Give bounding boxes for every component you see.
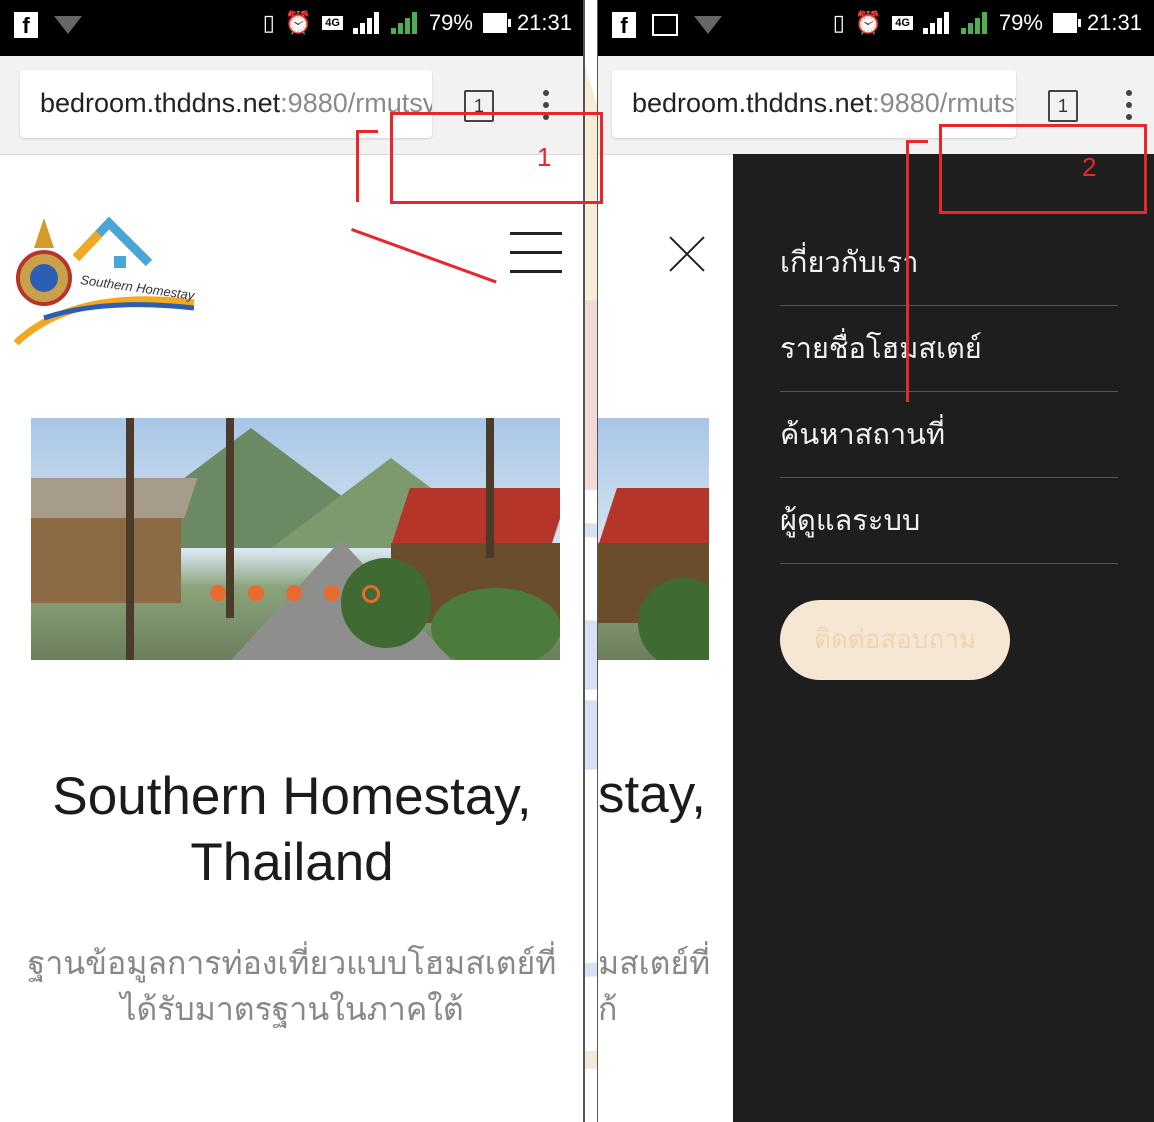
battery-percent: 79% (428, 10, 473, 35)
signal-icon (922, 12, 951, 34)
hero-carousel-image (598, 418, 709, 660)
partial-subtitle-line1: มสเตย์ที่ (598, 944, 711, 982)
hero-carousel-image[interactable] (31, 418, 560, 660)
carousel-dot-active[interactable] (362, 585, 380, 603)
signal-icon (960, 12, 989, 34)
url-host: bedroom.thddns.net (632, 88, 873, 118)
site-subtitle-line1: ฐานข้อมูลการท่องเที่ยวแบบโฮมสเตย์ที่ (27, 944, 557, 982)
annotation-connector (356, 130, 378, 133)
wifi-icon (694, 16, 722, 34)
menu-item-admin[interactable]: ผู้ดูแลระบบ (780, 478, 1118, 564)
site-subtitle: ฐานข้อมูลการท่องเที่ยวแบบโฮมสเตย์ที่ ได้… (0, 940, 584, 1032)
vibrate-icon: ▯ (832, 10, 845, 35)
battery-percent: 79% (998, 10, 1043, 35)
status-bar: f ▯ ⏰ 4G 79% 21:31 (0, 0, 584, 56)
gallery-icon (652, 14, 678, 36)
partial-site-title: stay, (598, 765, 706, 824)
partial-subtitle-line2: ก้ (598, 990, 618, 1028)
clock: 21:31 (516, 10, 572, 35)
menu-item-about[interactable]: เกี่ยวกับเรา (780, 220, 1118, 306)
signal-icon (352, 12, 381, 34)
menu-item-search-places[interactable]: ค้นหาสถานที่ (780, 392, 1118, 478)
url-host: bedroom.thddns.net (40, 88, 281, 118)
site-title: Southern Homestay, Thailand (0, 764, 584, 896)
carousel-dot[interactable] (324, 585, 340, 601)
annotation-box-2 (939, 124, 1147, 214)
carousel-indicators (210, 585, 380, 603)
network-type-badge: 4G (892, 16, 913, 30)
hamburger-menu-icon[interactable] (510, 232, 562, 276)
annotation-label-2: 2 (1082, 152, 1097, 182)
slide-out-nav-menu: เกี่ยวกับเรา รายชื่อโฮมสเตย์ ค้นหาสถานที… (733, 154, 1154, 1122)
signal-icon (390, 12, 419, 34)
menu-item-homestay-list[interactable]: รายชื่อโฮมสเตย์ (780, 306, 1118, 392)
facebook-icon: f (14, 12, 38, 38)
annotation-connector (906, 140, 909, 402)
url-field[interactable]: bedroom.thddns.net:9880/rmutsv (20, 70, 432, 138)
close-menu-icon[interactable] (668, 234, 708, 274)
facebook-icon: f (612, 12, 636, 38)
vibrate-icon: ▯ (262, 10, 275, 35)
site-title-line2: Thailand (190, 833, 394, 892)
alarm-icon: ⏰ (854, 10, 883, 35)
partial-site-subtitle: มสเตย์ที่ ก้ (598, 940, 710, 1032)
carousel-dot[interactable] (210, 585, 226, 601)
contact-button[interactable]: ติดต่อสอบถาม (780, 600, 1010, 680)
annotation-connector (356, 130, 359, 202)
url-path: :9880/rmutsv (872, 88, 1016, 118)
clock: 21:31 (1086, 10, 1142, 35)
carousel-dot[interactable] (248, 585, 264, 601)
status-bar: f ▯ ⏰ 4G 79% 21:31 (598, 0, 1154, 56)
site-subtitle-line2: ได้รับมาตรฐานในภาคใต้ (120, 990, 464, 1028)
annotation-label-1: 1 (537, 142, 552, 172)
wifi-icon (54, 16, 82, 34)
battery-icon (482, 13, 511, 33)
annotation-connector (906, 140, 928, 143)
network-type-badge: 4G (322, 16, 343, 30)
annotation-box-1 (390, 112, 603, 204)
tab-switcher-button[interactable]: 1 (1048, 90, 1078, 122)
alarm-icon: ⏰ (284, 10, 313, 35)
browser-menu-icon[interactable] (1126, 90, 1132, 126)
carousel-dot[interactable] (286, 585, 302, 601)
battery-icon (1052, 13, 1081, 33)
site-title-line1: Southern Homestay, (52, 767, 532, 826)
